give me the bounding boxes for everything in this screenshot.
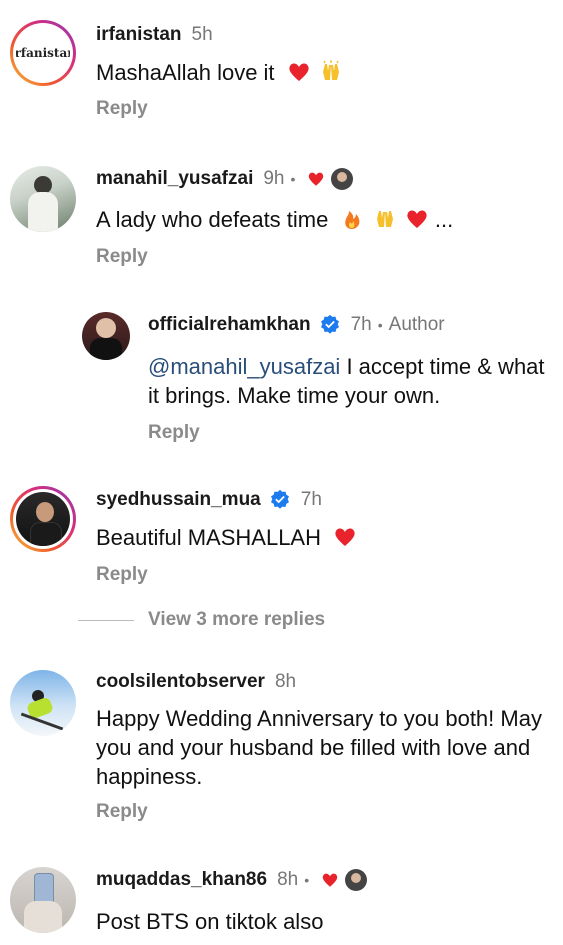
- username[interactable]: muqaddas_khan86: [96, 869, 267, 891]
- reply-button[interactable]: Reply: [96, 98, 148, 120]
- raised-hands-icon: [322, 60, 339, 80]
- verified-badge-icon: [270, 489, 289, 509]
- timestamp: 9h: [263, 168, 285, 189]
- author-liked-avatar: [331, 168, 354, 190]
- comment-text: A lady who defeats time: [96, 207, 329, 232]
- avatar-logo-text: irfanistan: [16, 46, 70, 60]
- username[interactable]: irfanistan: [96, 24, 182, 46]
- reply-button[interactable]: Reply: [148, 422, 200, 444]
- comment-text-container: @manahil_yusafzai I accept time & what i…: [148, 352, 548, 410]
- reply-button[interactable]: Reply: [96, 564, 148, 586]
- raised-hands-icon: [376, 211, 393, 227]
- liked-heart-icon: [322, 873, 338, 887]
- comment-text: Post BTS on tiktok also: [96, 909, 324, 934]
- timestamp: 8h: [274, 671, 297, 692]
- author-label: Author: [388, 314, 445, 335]
- timestamp: 8h: [277, 869, 299, 890]
- separator-dot: •: [377, 317, 383, 333]
- username[interactable]: manahil_yusafzai: [96, 168, 253, 190]
- view-more-replies[interactable]: View 3 more replies: [78, 609, 325, 631]
- comment-text-container: A lady who defeats time ...: [96, 205, 453, 234]
- author-liked-avatar: [345, 869, 368, 891]
- reply-button[interactable]: Reply: [96, 801, 148, 823]
- divider-line: [78, 619, 134, 621]
- comment-text-container: MashaAllah love it: [96, 58, 343, 87]
- avatar[interactable]: [10, 867, 76, 933]
- verified-badge-icon: [320, 314, 339, 334]
- comment-text: MashaAllah love it: [96, 60, 275, 85]
- reply-button[interactable]: Reply: [96, 246, 148, 268]
- avatar[interactable]: [82, 312, 130, 360]
- red-heart-icon: [289, 63, 309, 81]
- username[interactable]: syedhussain_mua: [96, 489, 261, 511]
- comment-text-ellipsis: ...: [434, 207, 454, 232]
- timestamp: 7h: [350, 314, 372, 335]
- timestamp: 7h: [300, 489, 322, 510]
- avatar[interactable]: [10, 486, 76, 552]
- username[interactable]: coolsilentobserver: [96, 671, 265, 693]
- red-heart-icon: [335, 528, 355, 546]
- avatar[interactable]: [10, 166, 76, 232]
- separator-dot: •: [290, 171, 296, 187]
- red-heart-icon: [407, 210, 427, 228]
- separator-dot: •: [304, 872, 310, 888]
- mention-link[interactable]: @manahil_yusafzai: [148, 354, 340, 379]
- comment-text-container: Beautiful MASHALLAH: [96, 523, 357, 552]
- avatar[interactable]: [10, 670, 76, 736]
- fire-icon: [345, 211, 360, 229]
- comment-text: Happy Wedding Anniversary to you both! M…: [96, 706, 542, 789]
- avatar[interactable]: irfanistan: [10, 20, 76, 86]
- comment-text: Beautiful MASHALLAH: [96, 525, 321, 550]
- timestamp: 5h: [191, 24, 213, 45]
- liked-heart-icon: [309, 172, 324, 186]
- username[interactable]: officialrehamkhan: [148, 314, 311, 336]
- view-more-replies-label[interactable]: View 3 more replies: [148, 609, 325, 631]
